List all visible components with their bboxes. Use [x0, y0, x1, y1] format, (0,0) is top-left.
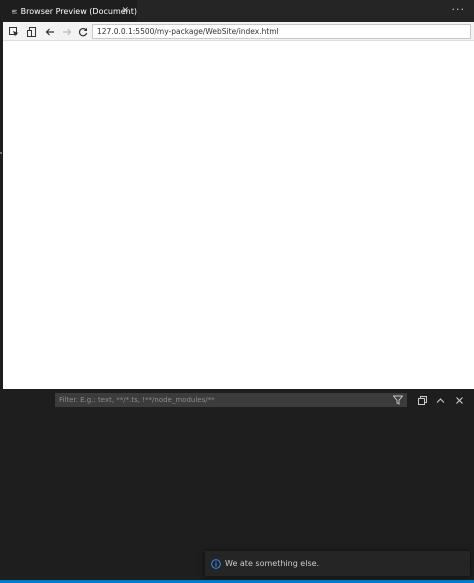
forward-button[interactable]: [60, 25, 74, 39]
restore-panel-icon: [417, 395, 427, 405]
info-icon: [211, 558, 221, 569]
reload-icon: [78, 27, 88, 37]
tab-label: Browser Preview (Document): [20, 7, 137, 16]
close-icon: [455, 396, 463, 404]
device-toggle-button[interactable]: [25, 25, 39, 39]
more-actions-button[interactable]: ···: [452, 3, 466, 17]
device-icon: [27, 27, 36, 37]
panel-filter-input[interactable]: Filter. E.g.: text, **/*.ts, !**/node_mo…: [55, 393, 407, 407]
tab-bar: Browser Preview (Document) ✕ ···: [0, 0, 474, 22]
close-panel-button[interactable]: [453, 394, 465, 406]
sash-indicator: [0, 152, 2, 154]
maximize-panel-button[interactable]: [434, 394, 446, 406]
notification-message: We ate something else.: [225, 559, 320, 568]
tab-browser-preview[interactable]: Browser Preview (Document) ✕: [0, 0, 137, 22]
preview-icon: [12, 9, 17, 13]
back-button[interactable]: [43, 25, 57, 39]
filter-placeholder: Filter. E.g.: text, **/*.ts, !**/node_mo…: [59, 396, 215, 404]
chevron-up-icon: [436, 397, 444, 403]
tab-close-button[interactable]: ✕: [121, 6, 129, 16]
url-input[interactable]: 127.0.0.1:5500/my-package/WebSite/index.…: [92, 24, 471, 39]
reload-button[interactable]: [76, 25, 90, 39]
restore-panel-button[interactable]: [416, 394, 428, 406]
notification-toast[interactable]: We ate something else.: [205, 551, 470, 576]
browser-toolbar: 127.0.0.1:5500/my-package/WebSite/index.…: [3, 22, 474, 41]
browser-viewport[interactable]: 127.0.0.1:5500/my-package/WebSite/index.…: [3, 22, 474, 389]
back-arrow-icon: [45, 28, 54, 36]
forward-arrow-icon: [63, 28, 72, 36]
filter-icon[interactable]: [393, 395, 403, 405]
inspect-button[interactable]: [7, 25, 21, 39]
inspect-icon: [9, 27, 19, 37]
